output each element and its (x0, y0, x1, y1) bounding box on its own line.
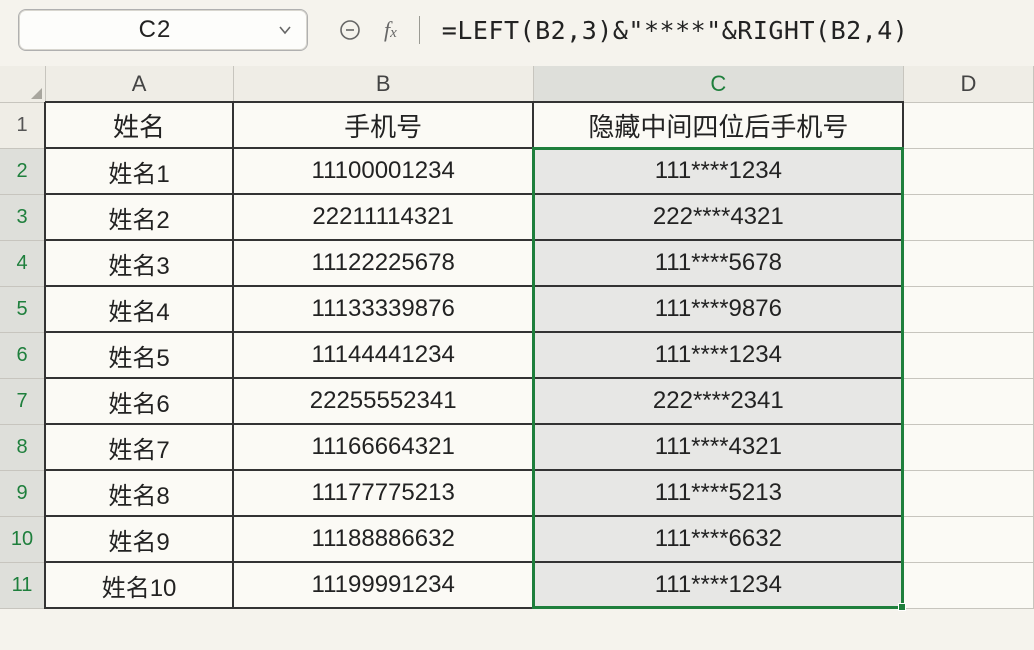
cell-A4[interactable]: 姓名3 (45, 240, 233, 286)
col-header-B[interactable]: B (233, 66, 533, 102)
cell-B11[interactable]: 11199991234 (233, 562, 533, 608)
col-header-A[interactable]: A (45, 66, 233, 102)
cell-B4[interactable]: 11122225678 (233, 240, 533, 286)
row-number[interactable]: 1 (0, 102, 45, 148)
row-number[interactable]: 9 (0, 470, 45, 516)
table-row: 10 姓名9 11188886632 111****6632 (0, 516, 1034, 562)
cell-B3[interactable]: 22211114321 (233, 194, 533, 240)
name-box[interactable]: C2 (18, 9, 308, 51)
cell-B2[interactable]: 11100001234 (233, 148, 533, 194)
cell-C11[interactable]: 111****1234 (533, 562, 903, 608)
cell-D1[interactable] (903, 102, 1033, 148)
fx-icon[interactable]: fx (384, 17, 397, 43)
cell-C2[interactable]: 111****1234 (533, 148, 903, 194)
cell-D9[interactable] (903, 470, 1033, 516)
cell-D4[interactable] (903, 240, 1033, 286)
row-number[interactable]: 10 (0, 516, 45, 562)
table-row: 11 姓名10 11199991234 111****1234 (0, 562, 1034, 608)
cell-A5[interactable]: 姓名4 (45, 286, 233, 332)
cell-C6[interactable]: 111****1234 (533, 332, 903, 378)
cell-B6[interactable]: 11144441234 (233, 332, 533, 378)
cell-A8[interactable]: 姓名7 (45, 424, 233, 470)
cell-C8[interactable]: 111****4321 (533, 424, 903, 470)
cell-A9[interactable]: 姓名8 (45, 470, 233, 516)
cell-C7[interactable]: 222****2341 (533, 378, 903, 424)
select-all-corner[interactable] (0, 66, 45, 102)
cancel-icon[interactable] (338, 18, 362, 42)
cell-A2[interactable]: 姓名1 (45, 148, 233, 194)
cell-D6[interactable] (903, 332, 1033, 378)
column-header-row: A B C D (0, 66, 1034, 102)
row-number[interactable]: 11 (0, 562, 45, 608)
cell-A1[interactable]: 姓名 (45, 102, 233, 148)
cell-A10[interactable]: 姓名9 (45, 516, 233, 562)
row-number[interactable]: 8 (0, 424, 45, 470)
table-row: 2 姓名1 11100001234 111****1234 (0, 148, 1034, 194)
formula-bar: fx =LEFT(B2,3)&"****"&RIGHT(B2,4) (338, 16, 908, 45)
name-box-value: C2 (33, 16, 277, 44)
formula-input[interactable]: =LEFT(B2,3)&"****"&RIGHT(B2,4) (442, 16, 909, 45)
cell-D8[interactable] (903, 424, 1033, 470)
table-row: 3 姓名2 22211114321 222****4321 (0, 194, 1034, 240)
cell-D2[interactable] (903, 148, 1033, 194)
cell-C5[interactable]: 111****9876 (533, 286, 903, 332)
row-number[interactable]: 5 (0, 286, 45, 332)
cell-C4[interactable]: 111****5678 (533, 240, 903, 286)
formula-separator (419, 16, 420, 44)
cell-A3[interactable]: 姓名2 (45, 194, 233, 240)
cell-B8[interactable]: 11166664321 (233, 424, 533, 470)
row-number[interactable]: 6 (0, 332, 45, 378)
table-row: 6 姓名5 11144441234 111****1234 (0, 332, 1034, 378)
col-header-D[interactable]: D (903, 66, 1033, 102)
table-row: 4 姓名3 11122225678 111****5678 (0, 240, 1034, 286)
table-row: 1 姓名 手机号 隐藏中间四位后手机号 (0, 102, 1034, 148)
cell-C3[interactable]: 222****4321 (533, 194, 903, 240)
cell-D5[interactable] (903, 286, 1033, 332)
row-number[interactable]: 4 (0, 240, 45, 286)
table-row: 5 姓名4 11133339876 111****9876 (0, 286, 1034, 332)
table-row: 7 姓名6 22255552341 222****2341 (0, 378, 1034, 424)
cell-B1[interactable]: 手机号 (233, 102, 533, 148)
table-row: 8 姓名7 11166664321 111****4321 (0, 424, 1034, 470)
cell-C10[interactable]: 111****6632 (533, 516, 903, 562)
table-row: 9 姓名8 11177775213 111****5213 (0, 470, 1034, 516)
cell-D7[interactable] (903, 378, 1033, 424)
row-number[interactable]: 2 (0, 148, 45, 194)
chevron-down-icon[interactable] (277, 22, 293, 38)
cell-A11[interactable]: 姓名10 (45, 562, 233, 608)
row-number[interactable]: 3 (0, 194, 45, 240)
cell-B7[interactable]: 22255552341 (233, 378, 533, 424)
cell-B9[interactable]: 11177775213 (233, 470, 533, 516)
cell-A6[interactable]: 姓名5 (45, 332, 233, 378)
row-number[interactable]: 7 (0, 378, 45, 424)
cell-C1[interactable]: 隐藏中间四位后手机号 (533, 102, 903, 148)
cell-B5[interactable]: 11133339876 (233, 286, 533, 332)
cell-A7[interactable]: 姓名6 (45, 378, 233, 424)
formula-bar-row: C2 fx =LEFT(B2,3)&"****"&RIGHT(B2,4) (0, 0, 1034, 60)
cell-D3[interactable] (903, 194, 1033, 240)
cell-D10[interactable] (903, 516, 1033, 562)
col-header-C[interactable]: C (533, 66, 903, 102)
cell-B10[interactable]: 11188886632 (233, 516, 533, 562)
cell-D11[interactable] (903, 562, 1033, 608)
spreadsheet-grid[interactable]: A B C D 1 姓名 手机号 隐藏中间四位后手机号 2 姓名1 111000… (0, 66, 1034, 609)
cell-C9[interactable]: 111****5213 (533, 470, 903, 516)
